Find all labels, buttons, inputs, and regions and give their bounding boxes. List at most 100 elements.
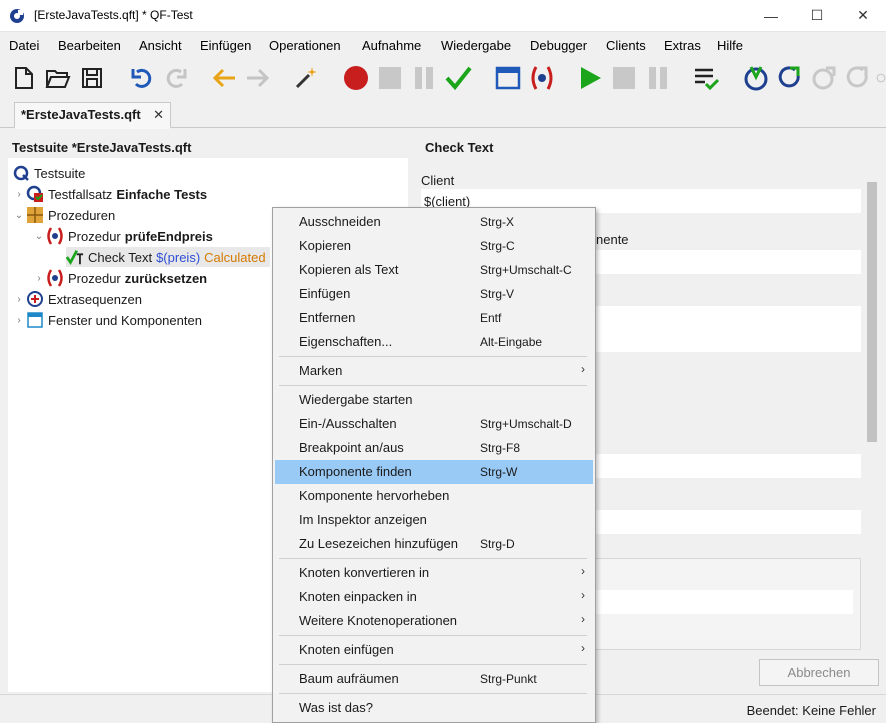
- menu-ansicht[interactable]: Ansicht: [139, 38, 182, 53]
- redo-icon[interactable]: [162, 64, 190, 92]
- menu-debugger[interactable]: Debugger: [530, 38, 587, 53]
- ctx-eigenschaften[interactable]: Eigenschaften... Alt-Eingabe: [275, 330, 593, 354]
- menu-hilfe[interactable]: Hilfe: [717, 38, 743, 53]
- ctx-entfernen[interactable]: Entfernen Entf: [275, 306, 593, 330]
- maximize-button[interactable]: ☐: [794, 0, 840, 31]
- window-icon[interactable]: [494, 64, 522, 92]
- close-window-button[interactable]: ✕: [840, 0, 886, 31]
- ctx-breakpoint[interactable]: Breakpoint an/aus Strg-F8: [275, 436, 593, 460]
- ctx-ein-ausschalten[interactable]: Ein-/Ausschalten Strg+Umschalt-D: [275, 412, 593, 436]
- step-over-icon[interactable]: [776, 64, 804, 92]
- ctx-knoten-einpacken[interactable]: Knoten einpacken in ›: [275, 585, 593, 609]
- tree-node-prozeduren[interactable]: ⌄ Prozeduren: [12, 205, 115, 225]
- client-label: Client: [421, 173, 455, 188]
- title-bar: [ErsteJavaTests.qft] * QF-Test — ☐ ✕: [0, 0, 886, 32]
- back-arrow-icon[interactable]: [210, 64, 238, 92]
- menu-separator: [279, 693, 587, 694]
- ctx-komponente-hervorheben[interactable]: Komponente hervorheben: [275, 484, 593, 508]
- menu-extras[interactable]: Extras: [664, 38, 701, 53]
- ctx-baum-aufraeumen[interactable]: Baum aufräumen Strg-Punkt: [275, 667, 593, 691]
- tree-node-testfallsatz[interactable]: › Testfallsatz Einfache Tests: [12, 184, 207, 204]
- record-icon[interactable]: [342, 64, 370, 92]
- scrollbar-thumb[interactable]: [867, 182, 877, 442]
- ctx-was-ist-das[interactable]: Was ist das?: [275, 696, 593, 720]
- windows-components-icon: [26, 311, 44, 329]
- tree-node-extrasequenzen[interactable]: › Extrasequenzen: [12, 289, 142, 309]
- menu-clients[interactable]: Clients: [606, 38, 646, 53]
- menu-bar: Datei Bearbeiten Ansicht Einfügen Operat…: [0, 34, 886, 58]
- procedure-icon: [46, 227, 64, 245]
- submenu-arrow-icon: ›: [581, 588, 585, 602]
- ctx-kopieren[interactable]: Kopieren Strg-C: [275, 234, 593, 258]
- tree-panel-title: Testsuite *ErsteJavaTests.qft: [12, 140, 192, 155]
- status-text: Beendet: Keine Fehler: [746, 703, 876, 718]
- chevron-down-icon[interactable]: ⌄: [32, 231, 46, 242]
- ctx-einfuegen[interactable]: Einfügen Strg-V: [275, 282, 593, 306]
- magic-wand-icon[interactable]: [292, 64, 320, 92]
- minimize-button[interactable]: —: [748, 0, 794, 31]
- cancel-button[interactable]: Abbrechen: [759, 659, 879, 686]
- tab-erstejavatests[interactable]: *ErsteJavaTests.qft ✕: [14, 102, 171, 129]
- forward-arrow-icon[interactable]: [244, 64, 272, 92]
- skip-icon[interactable]: [876, 64, 886, 92]
- new-file-icon[interactable]: [10, 64, 38, 92]
- check-text-icon: [66, 248, 84, 266]
- open-folder-icon[interactable]: [44, 64, 72, 92]
- tree-node-prozedur-pruefeendpreis[interactable]: ⌄ Prozedur prüfeEndpreis: [32, 226, 213, 246]
- ctx-knoten-einfuegen[interactable]: Knoten einfügen ›: [275, 638, 593, 662]
- pause-icon[interactable]: [644, 64, 672, 92]
- run-log-icon[interactable]: [692, 64, 720, 92]
- stop-icon[interactable]: [610, 64, 638, 92]
- chevron-right-icon[interactable]: ›: [12, 189, 26, 200]
- menu-separator: [279, 635, 587, 636]
- tree-node-prozedur-zuruecksetzen[interactable]: › Prozedur zurücksetzen: [32, 268, 207, 288]
- ctx-wiedergabe-starten[interactable]: Wiedergabe starten: [275, 388, 593, 412]
- menu-separator: [279, 558, 587, 559]
- detail-field-6[interactable]: [596, 590, 853, 614]
- menu-separator: [279, 664, 587, 665]
- menu-wiedergabe[interactable]: Wiedergabe: [441, 38, 511, 53]
- submenu-arrow-icon: ›: [581, 641, 585, 655]
- procedure-icon[interactable]: [528, 64, 556, 92]
- component-label: nente: [596, 232, 629, 247]
- step-in-icon[interactable]: [742, 64, 770, 92]
- pause-record-icon[interactable]: [410, 64, 438, 92]
- detail-panel-title: Check Text: [425, 140, 494, 155]
- ctx-lesezeichen[interactable]: Zu Lesezeichen hinzufügen Strg-D: [275, 532, 593, 556]
- tab-close-icon[interactable]: ✕: [153, 107, 164, 123]
- ctx-marken[interactable]: Marken ›: [275, 359, 593, 383]
- ctx-kopieren-als-text[interactable]: Kopieren als Text Strg+Umschalt-C: [275, 258, 593, 282]
- testsuite-icon: [12, 164, 30, 182]
- menu-einfuegen[interactable]: Einfügen: [200, 38, 251, 53]
- ctx-komponente-finden[interactable]: Komponente finden Strg-W: [275, 460, 593, 484]
- chevron-right-icon[interactable]: ›: [32, 273, 46, 284]
- tree-node-fenster-und-komponenten[interactable]: › Fenster und Komponenten: [12, 310, 202, 330]
- menu-operationen[interactable]: Operationen: [269, 38, 341, 53]
- menu-separator: [279, 356, 587, 357]
- tree-node-testsuite[interactable]: Testsuite: [12, 163, 85, 183]
- play-icon[interactable]: [576, 64, 604, 92]
- context-menu: Ausschneiden Strg-X Kopieren Strg-C Kopi…: [272, 207, 596, 723]
- submenu-arrow-icon: ›: [581, 362, 585, 376]
- submenu-arrow-icon: ›: [581, 564, 585, 578]
- stop-record-icon[interactable]: [376, 64, 404, 92]
- check-icon[interactable]: [444, 64, 472, 92]
- chevron-right-icon[interactable]: ›: [12, 315, 26, 326]
- chevron-right-icon[interactable]: ›: [12, 294, 26, 305]
- menu-aufnahme[interactable]: Aufnahme: [362, 38, 421, 53]
- step-out-icon[interactable]: [810, 64, 838, 92]
- menu-datei[interactable]: Datei: [9, 38, 39, 53]
- continue-icon[interactable]: [844, 64, 872, 92]
- ctx-weitere-knotenoperationen[interactable]: Weitere Knotenoperationen ›: [275, 609, 593, 633]
- tree-node-check-text[interactable]: Check Text $(preis) Calculated: [66, 247, 270, 267]
- menu-bearbeiten[interactable]: Bearbeiten: [58, 38, 121, 53]
- toolbar: [0, 58, 886, 98]
- ctx-ausschneiden[interactable]: Ausschneiden Strg-X: [275, 210, 593, 234]
- save-icon[interactable]: [78, 64, 106, 92]
- ctx-knoten-konvertieren[interactable]: Knoten konvertieren in ›: [275, 561, 593, 585]
- ctx-im-inspektor-anzeigen[interactable]: Im Inspektor anzeigen: [275, 508, 593, 532]
- submenu-arrow-icon: ›: [581, 612, 585, 626]
- testset-icon: [26, 185, 44, 203]
- undo-icon[interactable]: [128, 64, 156, 92]
- chevron-down-icon[interactable]: ⌄: [12, 210, 26, 221]
